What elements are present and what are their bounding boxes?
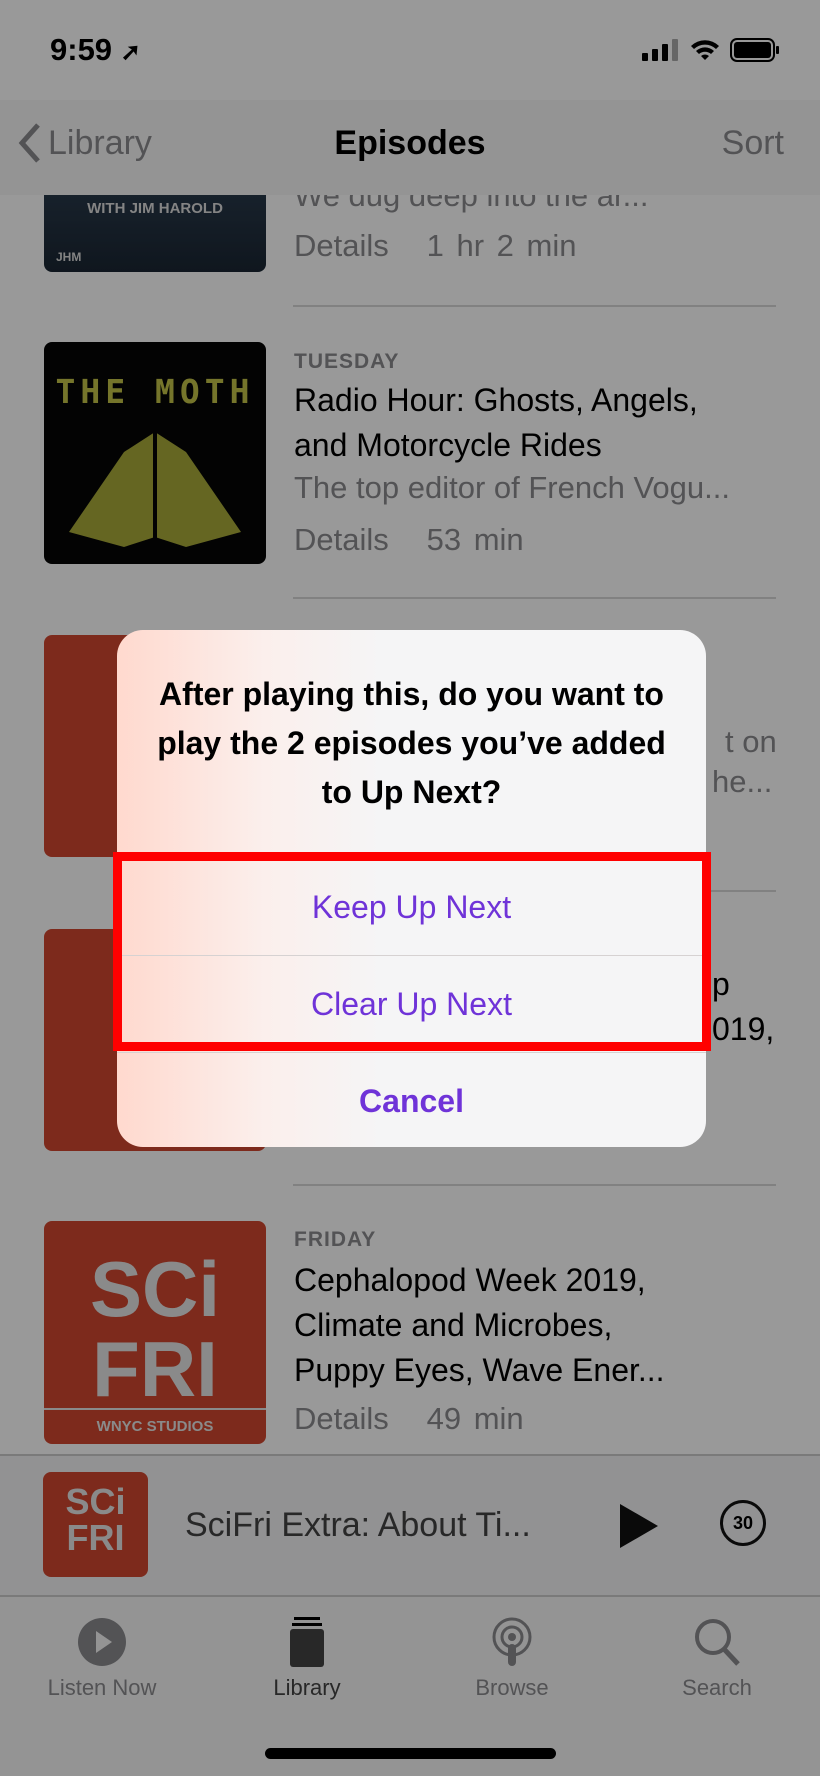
cancel-button[interactable]: Cancel (117, 1052, 706, 1147)
home-indicator[interactable] (265, 1748, 556, 1759)
alert-title: After playing this, do you want to play … (157, 676, 666, 810)
highlight-box (113, 852, 711, 1051)
